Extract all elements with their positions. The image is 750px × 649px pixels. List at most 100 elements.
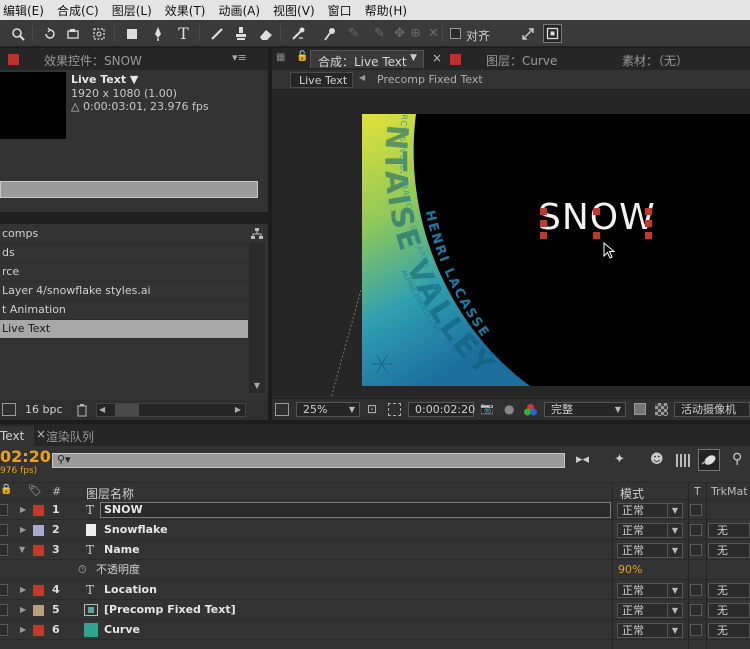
zoom-tool-icon[interactable]: [8, 24, 27, 43]
list-item[interactable]: comps: [0, 225, 248, 244]
clone-stamp-icon[interactable]: [231, 24, 250, 43]
roto-brush-icon[interactable]: [288, 24, 307, 43]
flowchart-icon[interactable]: [250, 227, 264, 241]
show-snapshot-icon[interactable]: ●: [504, 402, 514, 416]
transform-handle[interactable]: [593, 232, 600, 239]
menu-edit[interactable]: 编辑(E): [0, 2, 51, 19]
preserve-transparency-checkbox[interactable]: [690, 504, 702, 516]
transform-handle[interactable]: [645, 220, 652, 227]
transform-handle[interactable]: [645, 232, 652, 239]
transform-handle[interactable]: [645, 208, 652, 215]
rotate-tool-icon[interactable]: [40, 24, 59, 43]
project-hscroll[interactable]: ◀ ▶: [96, 403, 246, 417]
menu-view[interactable]: 视图(V): [267, 2, 322, 19]
bpc-label[interactable]: 16 bpc: [25, 403, 63, 416]
preserve-transparency-checkbox[interactable]: [690, 524, 702, 536]
list-item[interactable]: rce: [0, 263, 248, 282]
rectangle-tool-icon[interactable]: [122, 24, 141, 43]
shy-layers-icon[interactable]: ☻: [650, 452, 664, 467]
project-settings-icon[interactable]: [2, 403, 16, 416]
zoom-dropdown[interactable]: 25% ▼: [296, 402, 360, 417]
channel-rgb-icon[interactable]: [523, 403, 538, 417]
trkmat-dropdown[interactable]: 无: [708, 543, 750, 558]
snapshot-icon[interactable]: 📷: [480, 402, 494, 415]
snap-arrows-icon[interactable]: [518, 24, 537, 43]
pan-behind-icon[interactable]: [89, 24, 108, 43]
camera-dropdown[interactable]: 活动摄像机: [674, 402, 750, 417]
mode-dropdown[interactable]: 正常 ▼: [617, 583, 683, 598]
project-search-input[interactable]: [0, 181, 258, 198]
quality-dropdown[interactable]: 完整 ▼: [544, 402, 626, 417]
snap-target-icon[interactable]: [543, 24, 562, 43]
trash-icon[interactable]: [76, 403, 90, 417]
stopwatch-icon[interactable]: ⏱: [78, 560, 87, 580]
menu-animation[interactable]: 动画(A): [212, 2, 267, 19]
tab-composition[interactable]: 合成：Live Text ▼: [310, 50, 424, 69]
eraser-tool-icon[interactable]: [256, 24, 275, 43]
breadcrumb-next[interactable]: Precomp Fixed Text: [377, 73, 483, 86]
mode-dropdown[interactable]: 正常 ▼: [617, 523, 683, 538]
comp-viewer[interactable]: NTAISE VALLEY HENRI LACASSE RCS SAVOIE, …: [272, 90, 750, 399]
layer-row-4[interactable]: ▶ 4 T Location 正常 ▼ 无: [0, 580, 750, 600]
tab-render-queue[interactable]: 渲染队列: [46, 428, 94, 445]
layer-row-3[interactable]: ▼ 3 T Name 正常 ▼ 无: [0, 540, 750, 560]
property-row-opacity[interactable]: ⏱ 不透明度 90%: [0, 560, 750, 580]
frame-blending-icon[interactable]: [676, 454, 692, 467]
menu-window[interactable]: 窗口: [322, 2, 359, 19]
list-item[interactable]: Layer 4/snowflake styles.ai: [0, 282, 248, 301]
effects-tab-label[interactable]: 效果控件：SNOW: [44, 52, 142, 69]
property-value[interactable]: 90%: [618, 560, 642, 580]
resolution-icon[interactable]: ⊡: [367, 402, 377, 416]
transform-handle[interactable]: [540, 220, 547, 227]
list-item-selected[interactable]: Live Text: [0, 320, 248, 339]
transform-handle[interactable]: [540, 232, 547, 239]
puppet-pin-icon[interactable]: [320, 24, 339, 43]
timeline-search-input[interactable]: ⚲▾: [52, 453, 565, 468]
comp-mini-flowchart-icon[interactable]: ▸◂: [576, 452, 589, 467]
project-scrollbar[interactable]: ▼: [249, 243, 265, 393]
tab-layer[interactable]: 图层：Curve: [486, 52, 557, 69]
camera-orbit-icon[interactable]: [64, 24, 83, 43]
draft-3d-icon[interactable]: ✦: [614, 452, 625, 467]
mode-dropdown[interactable]: 正常 ▼: [617, 623, 683, 638]
comp-frame[interactable]: NTAISE VALLEY HENRI LACASSE RCS SAVOIE, …: [362, 114, 750, 386]
layer-row-5[interactable]: ▶ 5 [Precomp Fixed Text] 正常 ▼ 无: [0, 600, 750, 620]
mode-dropdown[interactable]: 正常 ▼: [617, 503, 683, 518]
menu-layer[interactable]: 图层(L): [106, 2, 159, 19]
tab-close-icon[interactable]: ×: [432, 51, 442, 65]
list-item[interactable]: ds: [0, 244, 248, 263]
mode-dropdown[interactable]: 正常 ▼: [617, 603, 683, 618]
menu-composition[interactable]: 合成(C): [51, 2, 106, 19]
comp-timecode[interactable]: 0:00:02:20: [408, 402, 475, 417]
list-item[interactable]: t Animation: [0, 301, 248, 320]
layer-row-2[interactable]: ▶ 2 Snowflake 正常 ▼ 无: [0, 520, 750, 540]
trkmat-dropdown[interactable]: 无: [708, 623, 750, 638]
region-of-interest-icon[interactable]: [388, 403, 401, 416]
breadcrumb-active[interactable]: Live Text: [290, 72, 353, 88]
transform-handle[interactable]: [593, 208, 600, 215]
lock-icon[interactable]: 🔓: [296, 51, 308, 62]
project-item-name[interactable]: Live Text ▼: [71, 73, 138, 86]
motion-blur-icon[interactable]: [698, 449, 720, 471]
brush-tool-icon[interactable]: [207, 24, 226, 43]
trkmat-dropdown[interactable]: 无: [708, 523, 750, 538]
timeline-tab-close-icon[interactable]: ×: [36, 427, 46, 441]
preserve-transparency-checkbox[interactable]: [690, 584, 702, 596]
snap-checkbox[interactable]: [450, 28, 461, 39]
graph-editor-icon[interactable]: ⚲: [732, 451, 742, 467]
menu-help[interactable]: 帮助(H): [359, 2, 414, 19]
trkmat-dropdown[interactable]: 无: [708, 603, 750, 618]
panel-menu-icon[interactable]: ▾≡: [232, 51, 247, 64]
tab-footage[interactable]: 素材：（无）: [622, 52, 688, 69]
trkmat-dropdown[interactable]: 无: [708, 583, 750, 598]
always-preview-icon[interactable]: [275, 403, 289, 416]
menu-effect[interactable]: 效果(T): [159, 2, 213, 19]
fast-preview-icon[interactable]: [634, 403, 646, 415]
pen-tool-icon[interactable]: [148, 24, 167, 43]
preserve-transparency-checkbox[interactable]: [690, 544, 702, 556]
layer-row-6[interactable]: ▶ 6 Curve 正常 ▼ 无: [0, 620, 750, 640]
current-time[interactable]: 02:20: [0, 448, 51, 466]
preserve-transparency-checkbox[interactable]: [690, 604, 702, 616]
layer-name-selected[interactable]: SNOW: [100, 502, 611, 518]
tab-timeline[interactable]: Text: [0, 426, 34, 446]
